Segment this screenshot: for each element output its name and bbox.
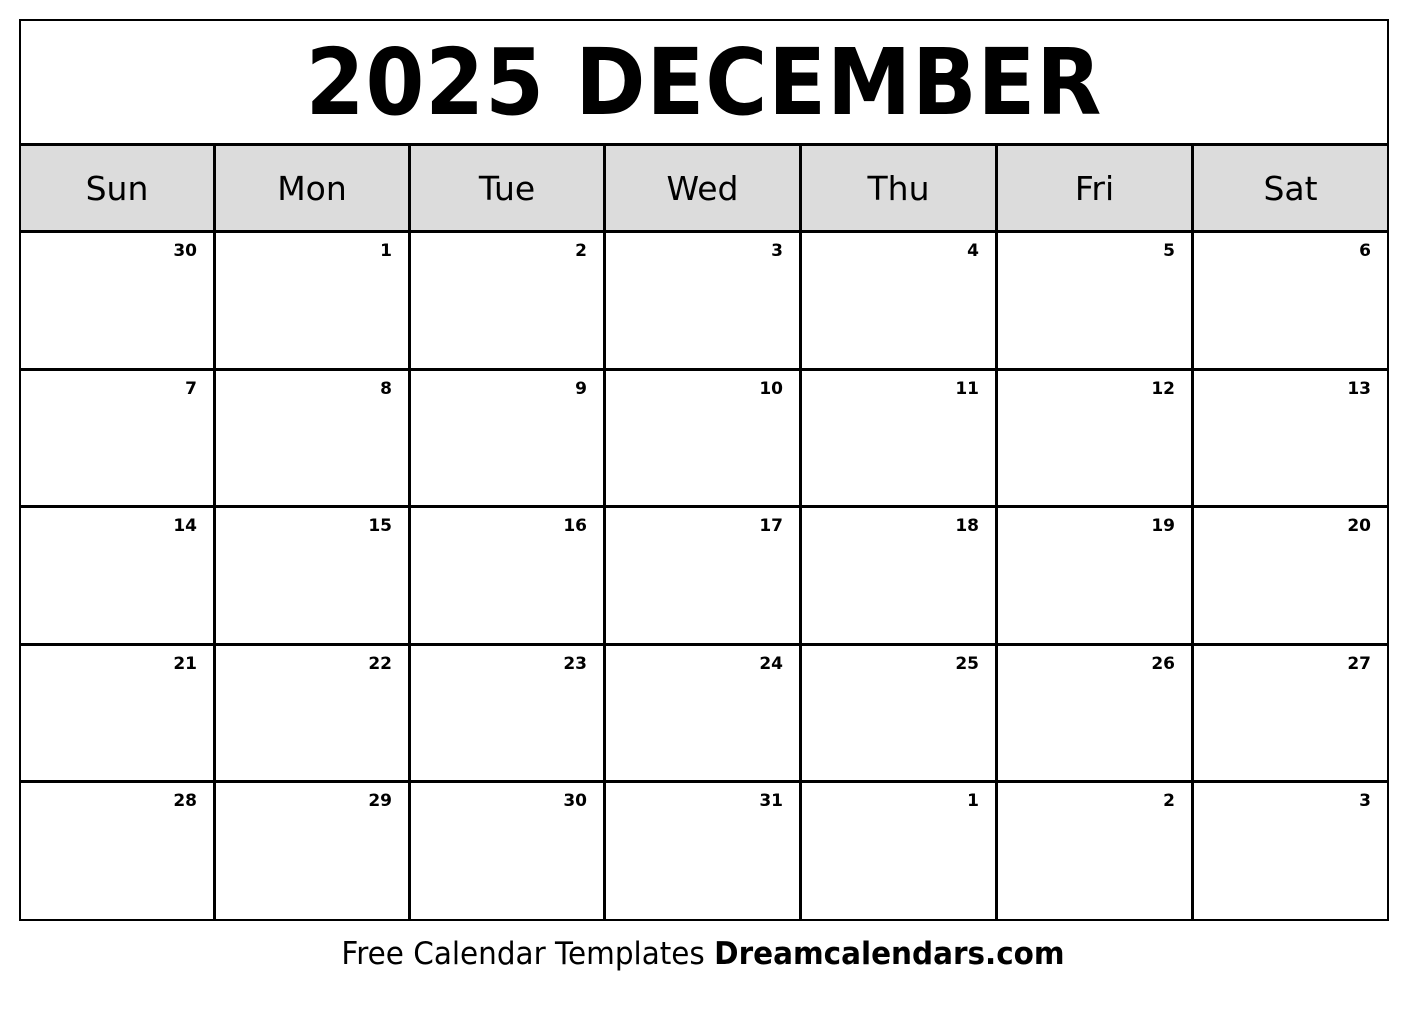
day-cell[interactable]: 8 — [216, 370, 411, 509]
day-cell[interactable]: 27 — [1194, 646, 1387, 784]
day-number: 15 — [368, 516, 392, 537]
day-cell[interactable]: 24 — [606, 645, 802, 784]
day-number: 5 — [1163, 241, 1175, 261]
day-number: 1 — [380, 241, 392, 261]
day-number: 1 — [967, 791, 979, 812]
day-cell[interactable]: 21 — [21, 645, 216, 784]
day-number: 25 — [955, 653, 979, 674]
day-number: 13 — [1347, 378, 1371, 399]
day-number: 2 — [1163, 791, 1175, 812]
day-cell[interactable]: 5 — [998, 233, 1194, 371]
day-number: 22 — [368, 653, 392, 674]
footer: Free Calendar Templates Dreamcalendars.c… — [35, 936, 1371, 972]
day-number: 30 — [563, 791, 587, 812]
day-cell[interactable]: 15 — [216, 508, 411, 646]
day-cell[interactable]: 28 — [21, 783, 216, 921]
day-number: 18 — [955, 516, 979, 537]
day-cell[interactable]: 7 — [21, 370, 216, 509]
day-cell[interactable]: 17 — [606, 508, 802, 646]
day-cell[interactable]: 22 — [216, 645, 411, 784]
day-number: 2 — [575, 241, 587, 261]
day-number: 17 — [759, 516, 783, 537]
day-number: 24 — [759, 653, 783, 674]
day-number: 27 — [1347, 653, 1371, 674]
day-number: 7 — [185, 378, 197, 399]
day-number: 10 — [759, 378, 783, 399]
day-number: 8 — [380, 378, 392, 399]
day-number: 30 — [173, 241, 197, 261]
day-number: 3 — [1359, 791, 1371, 812]
weekday-header-mon: Mon — [216, 146, 411, 230]
day-number: 12 — [1151, 378, 1175, 399]
day-cell[interactable]: 2 — [998, 783, 1194, 921]
weekday-header-wed: Wed — [606, 146, 802, 230]
day-number: 31 — [759, 791, 783, 812]
weekday-header-thu: Thu — [802, 146, 998, 230]
day-number: 3 — [771, 241, 783, 261]
day-cell[interactable]: 1 — [802, 783, 998, 921]
day-cell[interactable]: 1 — [216, 233, 411, 371]
day-number: 16 — [563, 516, 587, 537]
footer-text: Free Calendar Templates — [341, 936, 705, 972]
day-cell[interactable]: 29 — [216, 783, 411, 921]
day-cell[interactable]: 12 — [998, 370, 1194, 509]
day-cell[interactable]: 11 — [802, 370, 998, 509]
day-number: 21 — [173, 653, 197, 674]
calendar-title: 2025 DECEMBER — [305, 29, 1103, 136]
day-cell[interactable]: 18 — [802, 508, 998, 646]
day-number: 9 — [575, 378, 587, 399]
day-cell[interactable]: 30 — [411, 783, 606, 921]
day-cell[interactable]: 3 — [606, 233, 802, 371]
day-cell[interactable]: 2 — [411, 233, 606, 371]
day-cell[interactable]: 30 — [21, 233, 216, 371]
footer-brand-link[interactable]: Dreamcalendars.com — [714, 936, 1064, 972]
title-bar: 2025 DECEMBER — [21, 21, 1387, 143]
day-number: 6 — [1359, 241, 1371, 261]
day-cell[interactable]: 3 — [1194, 783, 1387, 921]
day-cell[interactable]: 9 — [411, 370, 606, 509]
day-cell[interactable]: 10 — [606, 370, 802, 509]
calendar: 2025 DECEMBER Sun Mon Tue Wed Thu Fri Sat 30 1 2… — [19, 19, 1389, 921]
day-number: 28 — [173, 791, 197, 812]
calendar-grid: 30 1 2 3 4 5 6 7 8 9 10 11 12 13 14 15 16 17 18 19 20 21 22 23 2… — [21, 233, 1387, 921]
day-number: 11 — [955, 378, 979, 399]
day-number: 26 — [1151, 653, 1175, 674]
day-cell[interactable]: 14 — [21, 508, 216, 646]
day-cell[interactable]: 20 — [1194, 508, 1387, 646]
day-number: 23 — [563, 653, 587, 674]
day-cell[interactable]: 13 — [1194, 371, 1387, 509]
weekday-header-row: Sun Mon Tue Wed Thu Fri Sat — [21, 143, 1387, 233]
day-cell[interactable]: 19 — [998, 508, 1194, 646]
day-number: 19 — [1151, 516, 1175, 537]
day-cell[interactable]: 4 — [802, 233, 998, 371]
weekday-header-sat: Sat — [1263, 168, 1318, 208]
day-cell[interactable]: 26 — [998, 645, 1194, 784]
day-number: 29 — [368, 791, 392, 812]
day-number: 20 — [1347, 516, 1371, 537]
day-cell[interactable]: 31 — [606, 783, 802, 921]
day-cell[interactable]: 6 — [1194, 233, 1387, 371]
day-number: 4 — [967, 241, 979, 261]
day-cell[interactable]: 16 — [411, 508, 606, 646]
weekday-header-tue: Tue — [411, 146, 606, 230]
day-number: 14 — [173, 516, 197, 537]
weekday-header-fri: Fri — [998, 146, 1194, 230]
day-cell[interactable]: 23 — [411, 645, 606, 784]
weekday-header-sun: Sun — [21, 146, 216, 230]
day-cell[interactable]: 25 — [802, 645, 998, 784]
